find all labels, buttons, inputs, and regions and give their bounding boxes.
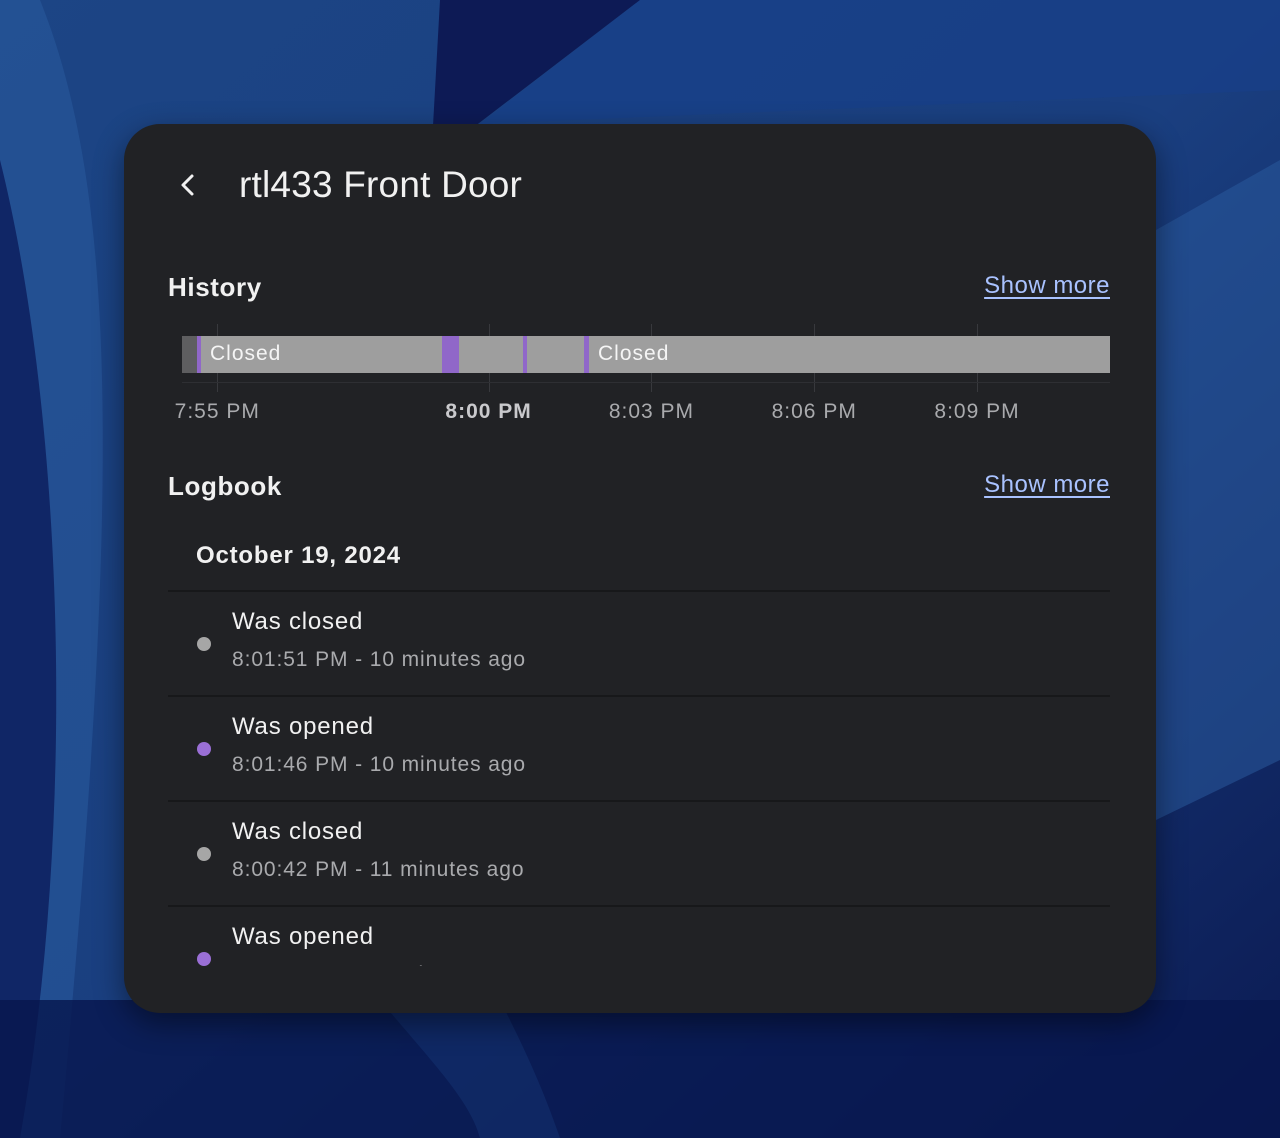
state-dot-icon [197,742,211,756]
entry-message: Was closed [232,818,364,845]
logbook-entries[interactable]: Was closed 8:01:51 PM - 10 minutes ago W… [168,590,1110,966]
timeline-segment-unknown[interactable] [182,336,198,373]
entry-time: 8:00:38 PM - 11 minutes ago [232,963,524,966]
logbook-show-more-link[interactable]: Show more [984,471,1110,499]
dialog-title: rtl433 Front Door [239,164,523,205]
state-dot-icon [197,952,211,966]
timeline-tick-label: 8:00 PM [445,400,532,423]
entry-message: Was closed [232,608,364,635]
timeline-segment-label: Closed [598,342,670,365]
timeline-tick-label: 8:03 PM [608,400,695,423]
logbook-date-header: October 19, 2024 [196,542,401,569]
timeline-segment-closed[interactable] [458,336,523,373]
more-info-dialog: rtl433 Front Door History Show more Clos… [124,124,1156,1013]
timeline-bar[interactable]: Closed Closed [182,336,1110,373]
history-timeline[interactable]: Closed Closed 7:55 PM 8:00 PM 8:03 PM 8:06 P… [168,324,1114,434]
timeline-tick-label: 8:06 PM [771,400,857,423]
dialog-header: rtl433 Front Door [124,124,1156,246]
timeline-tick-label: 7:55 PM [174,400,260,423]
timeline-segment-open[interactable] [442,336,459,373]
entry-time: 8:01:51 PM - 10 minutes ago [232,648,526,671]
logbook-entry[interactable]: Was opened 8:01:46 PM - 10 minutes ago [168,695,1110,800]
logbook-entry[interactable]: Was opened 8:00:38 PM - 11 minutes ago [168,905,1110,966]
timeline-segment-label: Closed [209,342,282,365]
logbook-title: Logbook [168,471,282,501]
history-title: History [168,272,262,302]
timeline-axis [182,382,1110,383]
logbook-entry[interactable]: Was closed 8:01:51 PM - 10 minutes ago [168,590,1110,695]
timeline-tick-label: 8:09 PM [934,400,1020,423]
logbook-entry[interactable]: Was closed 8:00:42 PM - 11 minutes ago [168,800,1110,905]
entry-message: Was opened [232,713,374,740]
entry-time: 8:00:42 PM - 11 minutes ago [232,858,525,881]
entry-message: Was opened [232,923,374,950]
chevron-left-icon [181,174,194,196]
state-dot-icon [197,847,211,861]
timeline-segment-closed[interactable] [526,336,585,373]
back-button[interactable] [168,162,208,208]
entry-time: 8:01:46 PM - 10 minutes ago [232,753,526,776]
history-show-more-link[interactable]: Show more [984,272,1110,300]
state-dot-icon [197,637,211,651]
